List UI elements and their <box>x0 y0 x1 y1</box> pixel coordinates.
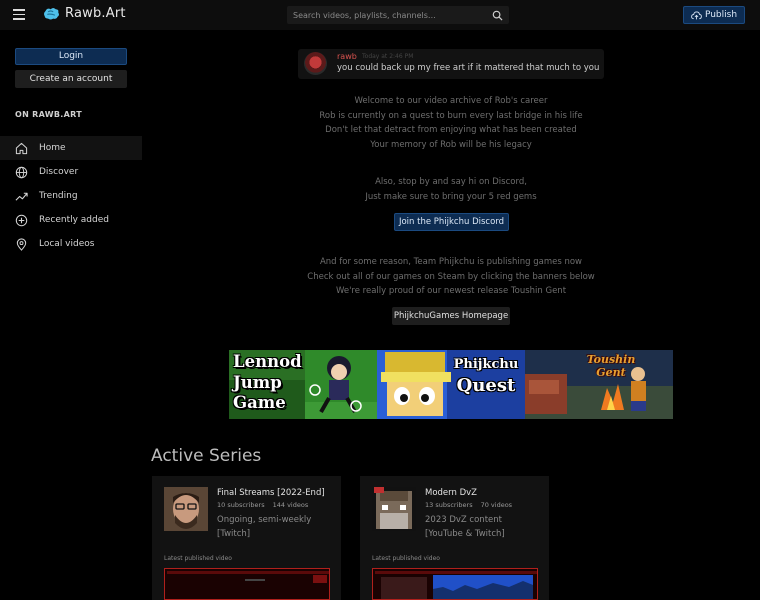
subscriber-count: 10 subscribers <box>217 501 265 509</box>
phijkchu-games-homepage-button[interactable]: PhijkchuGames Homepage <box>392 307 510 325</box>
sidebar-item-label: Home <box>39 143 66 153</box>
hamburger-menu-icon[interactable] <box>13 9 25 21</box>
series-thumbnail-image <box>372 487 416 531</box>
publish-button[interactable]: Publish <box>683 6 745 24</box>
search-input[interactable] <box>293 6 483 24</box>
latest-video-thumbnail[interactable] <box>372 568 538 600</box>
search-icon[interactable] <box>492 10 503 21</box>
join-discord-button[interactable]: Join the Phijkchu Discord <box>394 213 509 231</box>
latest-video-label: Latest published video <box>372 555 440 562</box>
series-thumbnail-image <box>164 487 208 531</box>
discord-line: Also, stop by and say hi on Discord, <box>375 177 527 187</box>
trending-icon <box>15 192 28 201</box>
sidebar-item-discover[interactable]: Discover <box>0 160 142 184</box>
sidebar: Login Create an account ON RAWB.ART Home… <box>0 30 142 600</box>
create-account-button[interactable]: Create an account <box>15 70 127 88</box>
games-line: We're really proud of our newest release… <box>335 286 567 296</box>
latest-video-image <box>373 569 537 599</box>
publish-label: Publish <box>704 10 738 20</box>
comment-text: you could back up my free art if it matt… <box>337 63 600 73</box>
brand-name: Rawb.Art <box>65 6 126 21</box>
toushin-gent-banner[interactable]: Toushin Gent <box>525 350 673 419</box>
series-description-line: Ongoing, semi-weekly <box>217 515 312 525</box>
featured-comment: rawb Today at 2:46 PM you could back up … <box>298 49 604 79</box>
sidebar-item-label: Recently added <box>39 215 109 225</box>
series-meta: 13 subscribers 70 videos <box>425 501 512 509</box>
sidebar-item-home[interactable]: Home <box>0 136 142 160</box>
comment-timestamp: Today at 2:46 PM <box>362 53 414 60</box>
plus-circle-icon <box>15 214 28 226</box>
series-name[interactable]: Final Streams [2022-End] <box>217 488 325 498</box>
search-bar <box>287 6 509 24</box>
sidebar-nav: Home Discover Trending Recently added Lo… <box>0 136 142 256</box>
series-thumbnail[interactable] <box>164 487 208 531</box>
location-pin-icon <box>16 237 27 251</box>
discord-text: Also, stop by and say hi on Discord, Jus… <box>142 175 760 204</box>
video-count: 144 videos <box>272 501 309 509</box>
sidebar-item-label: Discover <box>39 167 79 177</box>
series-thumbnail[interactable] <box>372 487 416 531</box>
sidebar-item-label: Local videos <box>39 239 95 249</box>
top-header: Rawb.Art Publish <box>0 0 760 30</box>
subscriber-count: 13 subscribers <box>425 501 473 509</box>
avatar <box>304 52 327 75</box>
phijkchu-quest-banner[interactable]: Phijkchu Quest <box>377 350 525 419</box>
series-meta: 10 subscribers 144 videos <box>217 501 308 509</box>
intro-line: Welcome to our video archive of Rob's ca… <box>354 96 548 106</box>
series-description-line: 2023 DvZ content <box>425 515 502 525</box>
games-line: And for some reason, Team Phijkchu is pu… <box>319 257 582 267</box>
sidebar-item-local-videos[interactable]: Local videos <box>0 232 142 256</box>
banner-title: Phijkchu Quest <box>449 356 523 398</box>
sidebar-item-trending[interactable]: Trending <box>0 184 142 208</box>
series-name[interactable]: Modern DvZ <box>425 488 477 498</box>
series-card[interactable]: Final Streams [2022-End] 10 subscribers … <box>152 476 341 600</box>
intro-text: Welcome to our video archive of Rob's ca… <box>142 94 760 152</box>
upload-cloud-icon <box>691 11 702 19</box>
sidebar-section-heading: ON RAWB.ART <box>15 110 82 119</box>
video-count: 70 videos <box>480 501 513 509</box>
login-button[interactable]: Login <box>15 48 127 65</box>
banner-title-line: Game <box>233 393 286 412</box>
active-series-title: Active Series <box>151 446 262 466</box>
intro-line: Don't let that detract from enjoying wha… <box>325 125 577 135</box>
banner-title-line: Lennod <box>233 352 302 371</box>
sidebar-item-label: Trending <box>39 191 78 201</box>
lennod-jump-game-banner[interactable]: Lennod Jump Game <box>229 350 377 419</box>
intro-line: Your memory of Rob will be his legacy <box>370 139 532 150</box>
series-description: Ongoing, semi-weekly [Twitch] <box>217 514 337 541</box>
banner-title-line: Jump <box>233 372 282 392</box>
series-card[interactable]: Modern DvZ 13 subscribers 70 videos 2023… <box>360 476 549 600</box>
intro-line: Rob is currently on a quest to burn ever… <box>319 110 583 121</box>
latest-video-label: Latest published video <box>164 555 232 562</box>
home-icon <box>15 142 28 154</box>
banner-title-line: Quest <box>456 375 516 396</box>
series-description: 2023 DvZ content [YouTube & Twitch] <box>425 514 545 541</box>
globe-icon <box>15 166 28 178</box>
games-text: And for some reason, Team Phijkchu is pu… <box>142 255 760 299</box>
banner-title: Lennod Jump Game <box>233 352 302 414</box>
banner-title: Toushin Gent <box>586 353 636 379</box>
series-description-line: [Twitch] <box>217 528 251 539</box>
sidebar-item-recently-added[interactable]: Recently added <box>0 208 142 232</box>
main-content: rawb Today at 2:46 PM you could back up … <box>142 30 760 600</box>
latest-video-image <box>165 569 329 599</box>
games-line: Check out all of our games on Steam by c… <box>307 271 595 282</box>
series-description-line: [YouTube & Twitch] <box>425 528 505 539</box>
banner-title-line: Phijkchu <box>453 357 519 372</box>
comment-username[interactable]: rawb <box>337 52 357 61</box>
logo-icon <box>44 7 59 20</box>
discord-line: Just make sure to bring your 5 red gems <box>365 191 537 202</box>
logo[interactable]: Rawb.Art <box>43 6 126 21</box>
latest-video-thumbnail[interactable] <box>164 568 330 600</box>
